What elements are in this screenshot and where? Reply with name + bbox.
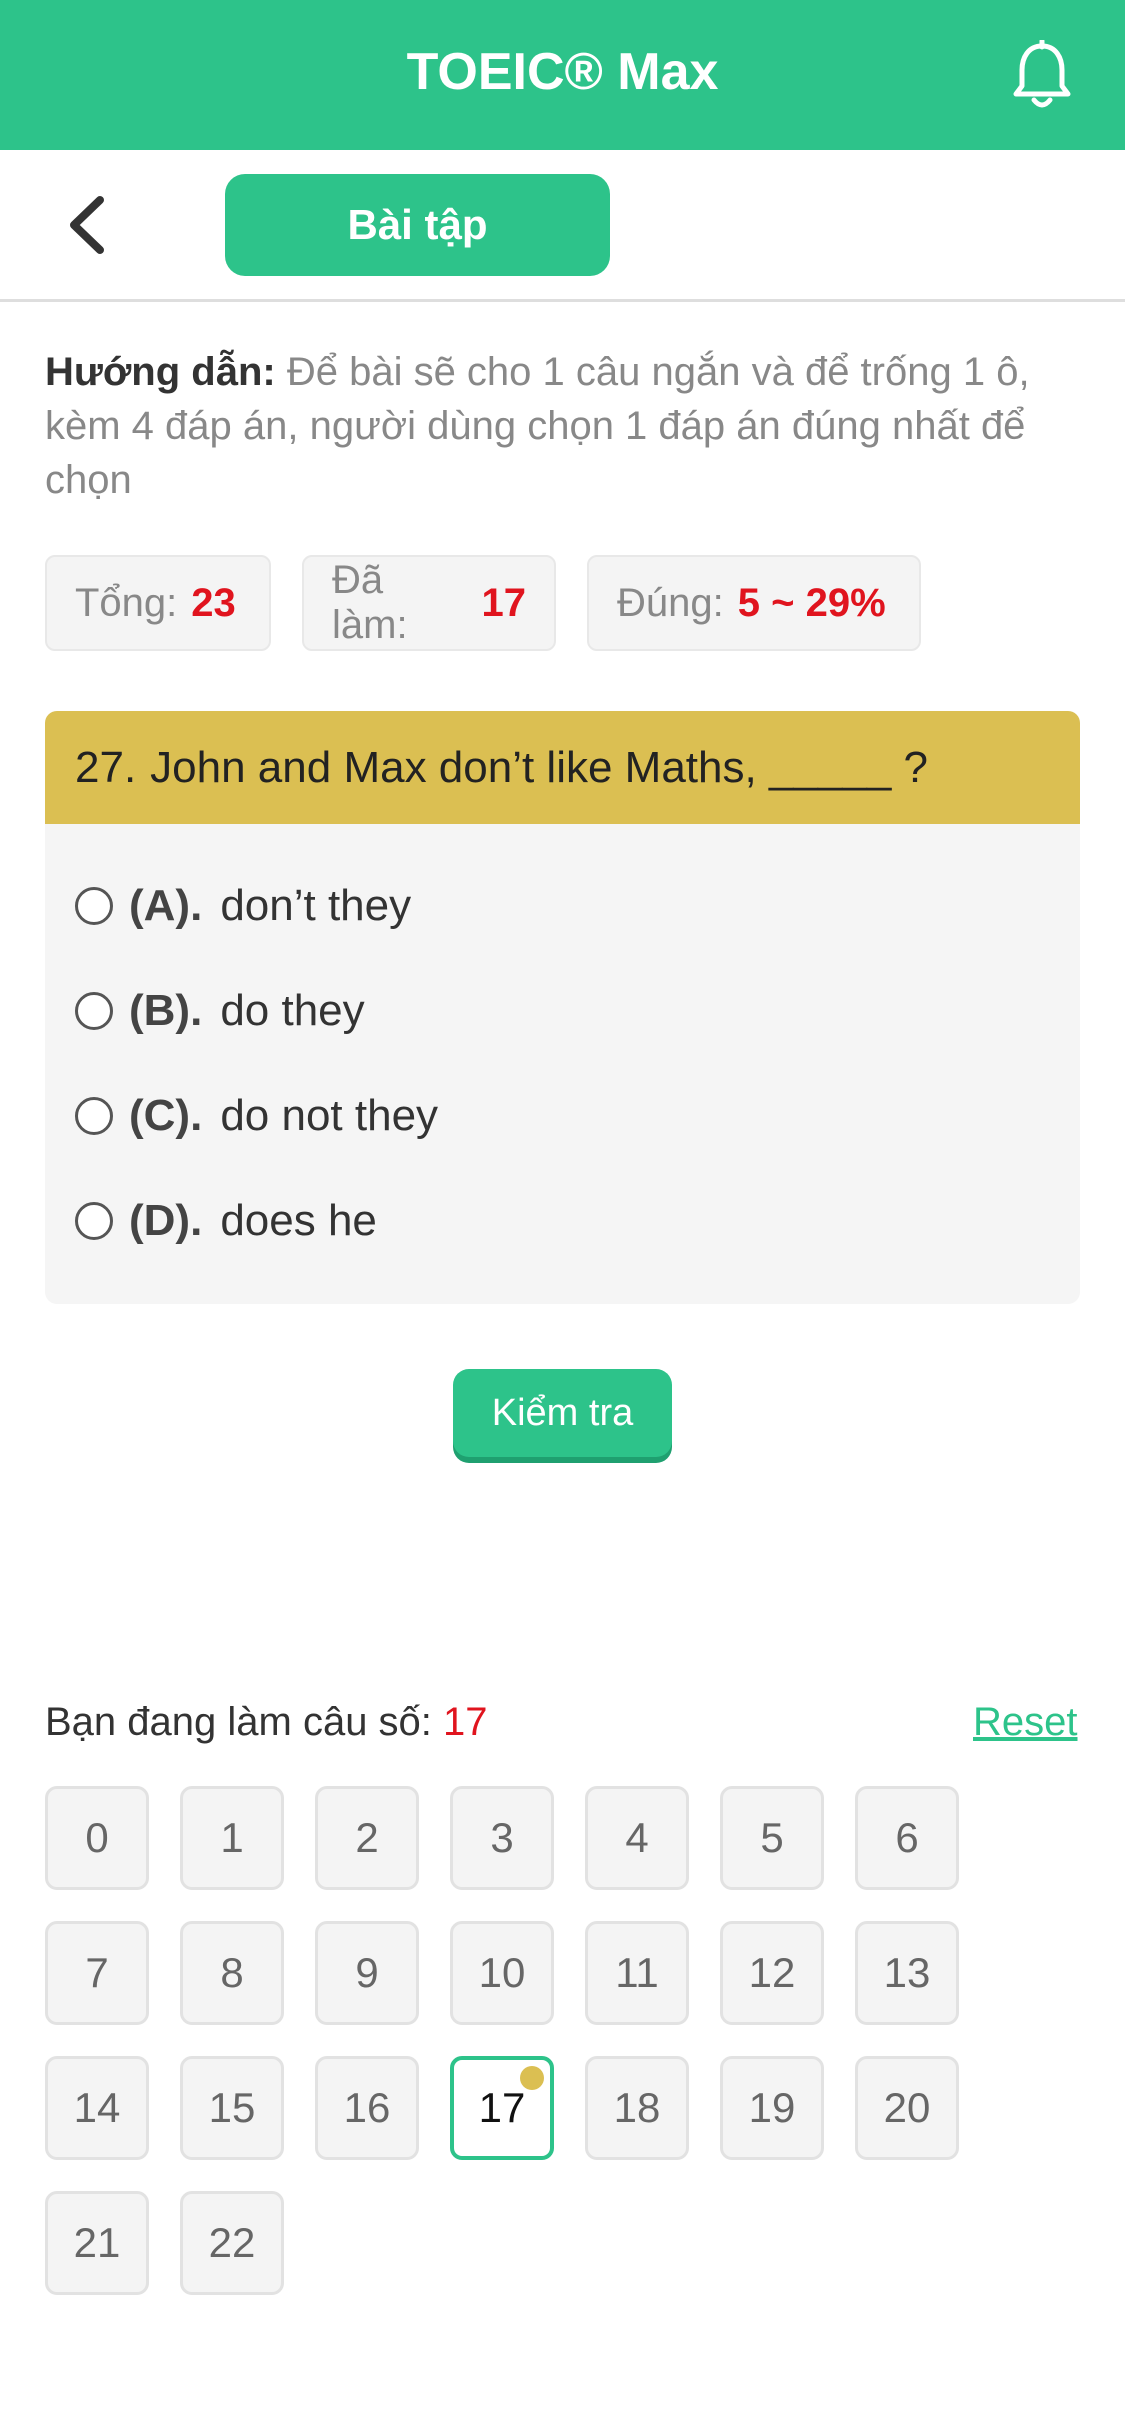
question-number-label: 0 (85, 1814, 109, 1861)
chevron-left-icon[interactable] (60, 190, 120, 260)
radio-button[interactable] (75, 1202, 113, 1240)
question-number-button[interactable]: 9 (315, 1921, 419, 2025)
question-number-label: 16 (343, 2084, 391, 2131)
app-title: TOEIC® Max (406, 43, 719, 101)
question-number-button[interactable]: 18 (585, 2056, 689, 2160)
question-number-button[interactable]: 21 (45, 2191, 149, 2295)
option-c[interactable]: (C). do not they (75, 1076, 438, 1156)
stat-correct-value: 5 ~ 29% (737, 580, 886, 625)
option-text: do not they (220, 1091, 439, 1140)
question-number-button[interactable]: 5 (720, 1786, 824, 1890)
question-number-label: 4 (625, 1814, 649, 1861)
question-card: 27. John and Max don’t like Maths, _____… (45, 711, 1080, 1304)
option-letter: (D). (129, 1196, 203, 1245)
stat-total-value: 23 (191, 580, 236, 625)
question-number-button[interactable]: 20 (855, 2056, 959, 2160)
question-number-label: 9 (355, 1949, 379, 1996)
question-number-button[interactable]: 16 (315, 2056, 419, 2160)
question-number-label: 21 (73, 2219, 121, 2266)
stat-correct-label: Đúng: (617, 580, 724, 625)
question-number-button[interactable]: 8 (180, 1921, 284, 2025)
option-text: don’t they (220, 881, 412, 930)
question-number-label: 10 (478, 1949, 526, 1996)
current-question-number: 17 (443, 1700, 488, 1744)
progress-text: Bạn đang làm câu số: (45, 1700, 432, 1744)
question-number-button[interactable]: 22 (180, 2191, 284, 2295)
option-text: do they (220, 986, 365, 1035)
question-number-button[interactable]: 0 (45, 1786, 149, 1890)
stat-done-label: Đã làm: (332, 558, 408, 647)
question-number-button[interactable]: 17 (450, 2056, 554, 2160)
question-number-button[interactable]: 15 (180, 2056, 284, 2160)
question-number-button[interactable]: 4 (585, 1786, 689, 1890)
question-number-label: 22 (208, 2219, 256, 2266)
option-d[interactable]: (D). does he (75, 1181, 377, 1261)
question-number-label: 12 (748, 1949, 796, 1996)
option-letter: (C). (129, 1091, 203, 1140)
question-number: 27. (75, 742, 137, 792)
question-number-button[interactable]: 11 (585, 1921, 689, 2025)
question-number-label: 19 (748, 2084, 796, 2131)
app-header: TOEIC® Max (0, 0, 1125, 150)
question-number-button[interactable]: 7 (45, 1921, 149, 2025)
option-a[interactable]: (A). don’t they (75, 866, 411, 946)
question-number-label: 11 (615, 1949, 659, 1996)
option-text: does he (220, 1196, 377, 1245)
option-letter: (B). (129, 986, 203, 1035)
stat-correct: Đúng: 5 ~ 29% (587, 555, 921, 651)
question-number-label: 8 (220, 1949, 244, 1996)
radio-button[interactable] (75, 992, 113, 1030)
question-number-label: 3 (490, 1814, 514, 1861)
question-number-button[interactable]: 2 (315, 1786, 419, 1890)
stat-total: Tổng: 23 (45, 555, 271, 651)
question-number-label: 15 (208, 2084, 256, 2131)
question-number-label: 18 (613, 2084, 661, 2131)
question-number-button[interactable]: 14 (45, 2056, 149, 2160)
question-number-button[interactable]: 3 (450, 1786, 554, 1890)
question-number-button[interactable]: 6 (855, 1786, 959, 1890)
radio-button[interactable] (75, 887, 113, 925)
question-number-label: 17 (478, 2084, 526, 2131)
question-number-label: 2 (355, 1814, 379, 1861)
question-number-button[interactable]: 12 (720, 1921, 824, 2025)
question-text: John and Max don’t like Maths, _____ ? (150, 742, 928, 792)
question-number-label: 5 (760, 1814, 784, 1861)
question-number-button[interactable]: 13 (855, 1921, 959, 2025)
question-number-label: 20 (883, 2084, 931, 2131)
question-header: 27. John and Max don’t like Maths, _____… (45, 711, 1080, 824)
check-button[interactable]: Kiểm tra (453, 1369, 672, 1457)
question-number-button[interactable]: 1 (180, 1786, 284, 1890)
radio-button[interactable] (75, 1097, 113, 1135)
question-number-label: 13 (883, 1949, 931, 1996)
question-number-label: 14 (73, 2084, 121, 2131)
reset-link[interactable]: Reset (973, 1700, 1078, 1745)
question-number-button[interactable]: 10 (450, 1921, 554, 2025)
stat-done-value: 17 (481, 580, 527, 625)
bell-icon[interactable] (1010, 40, 1074, 112)
question-number-label: 7 (85, 1949, 109, 1996)
stat-total-label: Tổng: (75, 580, 178, 625)
current-marker-dot (520, 2066, 544, 2090)
question-number-label: 6 (895, 1814, 919, 1861)
tab-exercise[interactable]: Bài tập (225, 174, 610, 276)
question-number-button[interactable]: 19 (720, 2056, 824, 2160)
sub-header: Bài tập (0, 150, 1125, 302)
option-b[interactable]: (B). do they (75, 971, 365, 1051)
option-letter: (A). (129, 881, 203, 930)
stat-done: Đã làm: 17 (302, 555, 556, 651)
question-number-label: 1 (220, 1814, 244, 1861)
instructions-label: Hướng dẫn: (45, 350, 276, 394)
instructions: Hướng dẫn: Để bài sẽ cho 1 câu ngắn và đ… (45, 345, 1080, 507)
progress-label: Bạn đang làm câu số: 17 (45, 1700, 488, 1745)
